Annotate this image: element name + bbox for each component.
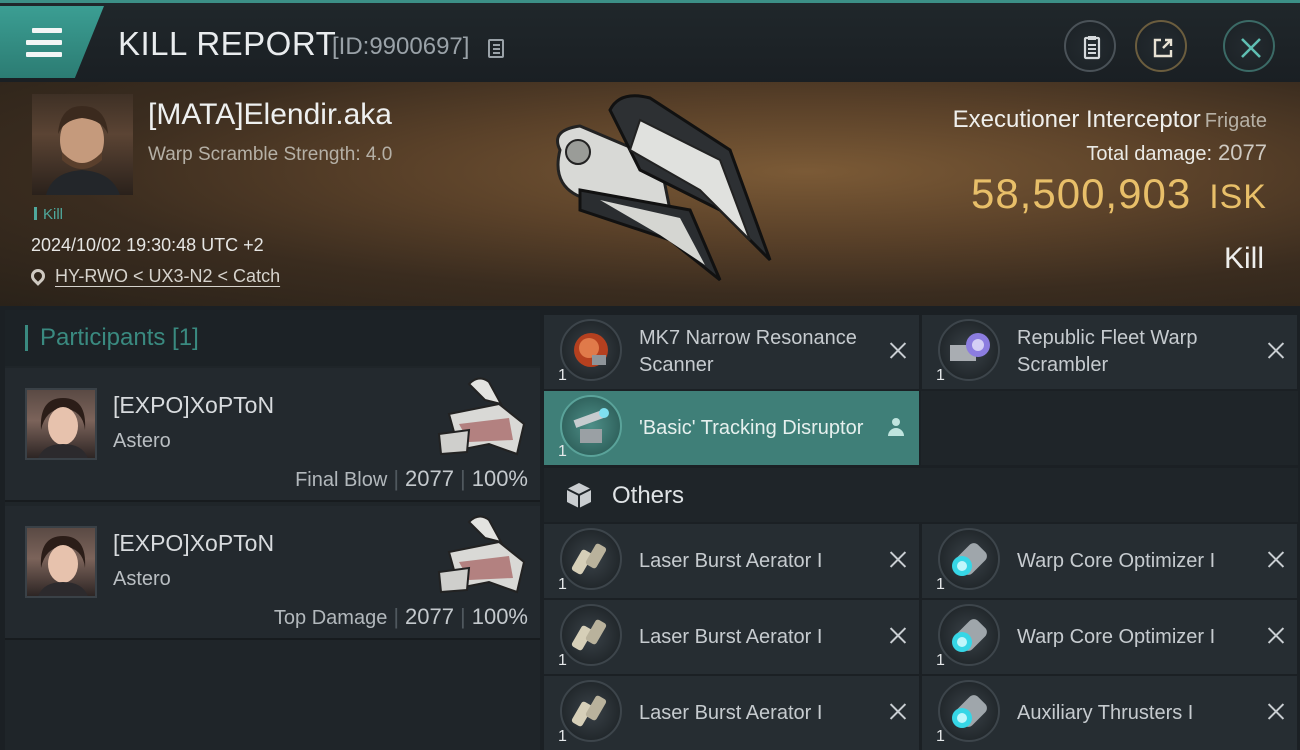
participant-ship: Astero — [113, 430, 171, 452]
module-item[interactable]: 1 MK7 Narrow Resonance Scanner — [544, 315, 919, 389]
module-item[interactable]: 1 Republic Fleet Warp Scrambler — [922, 315, 1297, 389]
clipboard-button[interactable] — [1064, 20, 1116, 72]
participant-stats: Final Blow | 2077 | 100% — [295, 466, 528, 491]
victim-banner: [MATA]Elendir.aka Warp Scramble Strength… — [0, 82, 1300, 306]
victim-avatar[interactable] — [32, 94, 133, 195]
module-name: Warp Core Optimizer I — [1017, 549, 1216, 572]
module-quantity: 1 — [558, 367, 567, 384]
auxiliary-thrusters-icon — [938, 680, 1000, 742]
warp-scrambler-icon — [938, 319, 1000, 381]
share-icon — [1153, 38, 1173, 58]
destroyed-icon — [1267, 626, 1285, 644]
participant-ship: Astero — [113, 568, 171, 590]
victim-name[interactable]: [MATA]Elendir.aka — [148, 98, 392, 132]
isk-value: 58,500,903 ISK — [970, 170, 1267, 217]
victim-ship-image — [556, 94, 772, 282]
destroyed-icon — [889, 626, 907, 644]
module-item[interactable]: 1 Warp Core Optimizer I — [922, 600, 1297, 674]
module-item[interactable]: 1 Laser Burst Aerator I — [544, 524, 919, 598]
location-link[interactable]: HY-RWO < UX3-N2 < Catch — [28, 266, 280, 287]
close-button[interactable] — [1223, 20, 1275, 72]
location-path[interactable]: HY-RWO < UX3-N2 < Catch — [55, 266, 280, 286]
module-item[interactable]: 1 'Basic' Tracking Disruptor — [544, 391, 919, 465]
participant-name[interactable]: [EXPO]XoPToN — [113, 392, 274, 419]
laser-aerator-icon — [560, 528, 622, 590]
module-quantity: 1 — [936, 652, 945, 669]
warp-core-optimizer-icon — [938, 528, 1000, 590]
module-quantity: 1 — [936, 576, 945, 593]
destroyed-icon — [1267, 550, 1285, 568]
module-name: Laser Burst Aerator I — [639, 701, 823, 724]
total-damage: Total damage: 2077 — [1086, 140, 1267, 165]
module-name: Warp Core Optimizer I — [1017, 625, 1216, 648]
dropped-person-icon — [887, 418, 905, 438]
clipboard-icon — [1083, 36, 1101, 60]
module-name: MK7 Narrow Resonance Scanner — [639, 327, 857, 376]
module-item[interactable]: 1 Auxiliary Thrusters I — [922, 676, 1297, 750]
result-label: Kill — [1223, 242, 1264, 275]
module-quantity: 1 — [558, 728, 567, 745]
module-name: Laser Burst Aerator I — [639, 549, 823, 572]
copy-icon[interactable] — [488, 39, 504, 58]
participants-panel: Participants [1] [EXPO]XoPToN Astero Fin… — [5, 310, 540, 750]
module-name: Auxiliary Thrusters I — [1017, 701, 1194, 724]
module-quantity: 1 — [936, 367, 945, 384]
participant-avatar[interactable] — [25, 388, 97, 460]
module-item[interactable]: 1 Warp Core Optimizer I — [922, 524, 1297, 598]
close-icon — [1241, 38, 1261, 58]
participant-ship-image — [437, 515, 526, 594]
cargo-box-icon — [566, 483, 592, 508]
module-quantity: 1 — [558, 576, 567, 593]
warp-scramble-strength: Warp Scramble Strength: 4.0 — [148, 144, 393, 165]
laser-aerator-icon — [560, 680, 622, 742]
module-quantity: 1 — [558, 652, 567, 669]
page-title: KILL REPORT — [118, 25, 337, 62]
tracking-disruptor-icon — [560, 395, 622, 457]
victim-ship-name[interactable]: Executioner Interceptor Frigate — [953, 106, 1267, 134]
participant-card[interactable]: [EXPO]XoPToN Astero Top Damage | 2077 | 100% — [5, 506, 540, 640]
destroyed-icon — [889, 341, 907, 359]
kill-tag: Kill — [34, 206, 63, 223]
top-bar: KILL REPORT [ID:9900697] — [0, 0, 1300, 82]
module-quantity: 1 — [936, 728, 945, 745]
module-name: Laser Burst Aerator I — [639, 625, 823, 648]
others-header: Others — [544, 468, 1298, 522]
location-pin-icon — [28, 266, 48, 286]
menu-button[interactable] — [0, 6, 104, 78]
destroyed-icon — [1267, 702, 1285, 720]
module-quantity: 1 — [558, 443, 567, 460]
empty-module-slot — [921, 391, 1298, 465]
module-item[interactable]: 1 Laser Burst Aerator I — [544, 600, 919, 674]
kill-timestamp: 2024/10/02 19:30:48 UTC +2 — [31, 235, 264, 255]
participant-ship-image — [437, 377, 526, 456]
report-id: [ID:9900697] — [332, 33, 470, 60]
participants-header: Participants [1] — [5, 310, 540, 366]
participant-stats: Top Damage | 2077 | 100% — [273, 604, 528, 629]
module-item[interactable]: 1 Laser Burst Aerator I — [544, 676, 919, 750]
destroyed-icon — [889, 550, 907, 568]
module-name: Republic Fleet Warp Scrambler — [1017, 327, 1198, 376]
participant-name[interactable]: [EXPO]XoPToN — [113, 530, 274, 557]
warp-core-optimizer-icon — [938, 604, 1000, 666]
participant-avatar[interactable] — [25, 526, 97, 598]
hamburger-icon — [26, 28, 62, 57]
ship-class: Frigate — [1204, 110, 1267, 132]
laser-aerator-icon — [560, 604, 622, 666]
participant-card[interactable]: [EXPO]XoPToN Astero Final Blow | 2077 | 100% — [5, 368, 540, 502]
destroyed-icon — [1267, 341, 1285, 359]
share-button[interactable] — [1135, 20, 1187, 72]
scanner-icon — [560, 319, 622, 381]
module-name: 'Basic' Tracking Disruptor — [639, 416, 864, 439]
destroyed-icon — [889, 702, 907, 720]
